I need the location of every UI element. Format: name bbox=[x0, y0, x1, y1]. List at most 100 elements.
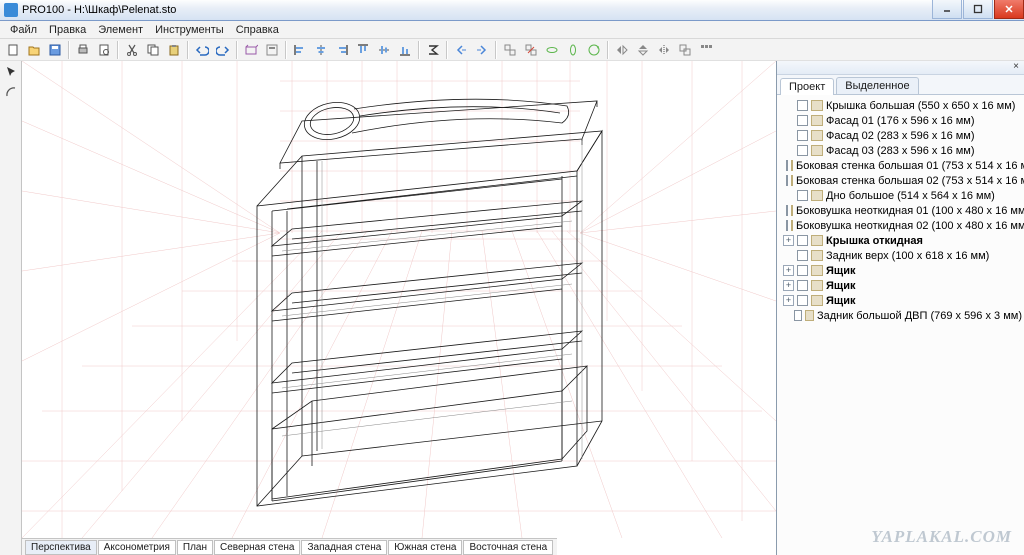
array-button[interactable] bbox=[696, 40, 716, 60]
align-top-button[interactable] bbox=[353, 40, 373, 60]
project-tree[interactable]: Крышка большая (550 x 650 x 16 мм)Фасад … bbox=[777, 95, 1024, 555]
paste-button[interactable] bbox=[164, 40, 184, 60]
minimize-button[interactable] bbox=[932, 0, 962, 19]
menu-file[interactable]: Файл bbox=[4, 22, 43, 38]
tree-checkbox[interactable] bbox=[797, 145, 808, 156]
panel-close-icon[interactable]: × bbox=[1010, 61, 1022, 74]
tree-item[interactable]: Боковушка неоткидная 01 (100 x 480 x 16 … bbox=[779, 203, 1022, 218]
tree-checkbox[interactable] bbox=[797, 250, 808, 261]
tree-item[interactable]: Крышка большая (550 x 650 x 16 мм) bbox=[779, 98, 1022, 113]
view-tab-north[interactable]: Северная стена bbox=[214, 540, 301, 555]
duplicate-button[interactable] bbox=[675, 40, 695, 60]
view-tab-axonometry[interactable]: Аксонометрия bbox=[98, 540, 176, 555]
menu-element[interactable]: Элемент bbox=[92, 22, 149, 38]
panel-tabs: Проект Выделенное bbox=[777, 75, 1024, 95]
align-center-v-button[interactable] bbox=[374, 40, 394, 60]
expand-icon[interactable]: + bbox=[783, 235, 794, 246]
tree-item-label: Боковушка неоткидная 01 (100 x 480 x 16 … bbox=[796, 205, 1024, 217]
tree-checkbox[interactable] bbox=[797, 295, 808, 306]
cut-button[interactable] bbox=[122, 40, 142, 60]
new-button[interactable] bbox=[3, 40, 23, 60]
move-right-button[interactable] bbox=[472, 40, 492, 60]
rotate-x-button[interactable] bbox=[542, 40, 562, 60]
watermark: YAPLAKAL.COM bbox=[871, 527, 1012, 547]
close-button[interactable] bbox=[994, 0, 1024, 19]
mirror-button[interactable] bbox=[654, 40, 674, 60]
expand-icon[interactable]: + bbox=[783, 265, 794, 276]
flip-h-button[interactable] bbox=[612, 40, 632, 60]
save-button[interactable] bbox=[45, 40, 65, 60]
select-tool-button[interactable] bbox=[2, 63, 20, 81]
tree-checkbox[interactable] bbox=[786, 220, 788, 231]
tree-checkbox[interactable] bbox=[797, 280, 808, 291]
tree-checkbox[interactable] bbox=[797, 265, 808, 276]
tree-item[interactable]: +Ящик bbox=[779, 263, 1022, 278]
flip-v-button[interactable] bbox=[633, 40, 653, 60]
left-toolbar bbox=[0, 61, 22, 555]
rotate-z-button[interactable] bbox=[584, 40, 604, 60]
undo-button[interactable] bbox=[192, 40, 212, 60]
tree-item-label: Крышка большая (550 x 650 x 16 мм) bbox=[826, 100, 1015, 112]
print-preview-button[interactable] bbox=[94, 40, 114, 60]
tree-item[interactable]: Боковая стенка большая 01 (753 x 514 x 1… bbox=[779, 158, 1022, 173]
viewport-3d[interactable]: Перспектива Аксонометрия План Северная с… bbox=[22, 61, 776, 555]
new-element-button[interactable] bbox=[241, 40, 261, 60]
tree-checkbox[interactable] bbox=[797, 130, 808, 141]
tree-checkbox[interactable] bbox=[797, 100, 808, 111]
menu-tools[interactable]: Инструменты bbox=[149, 22, 230, 38]
tree-checkbox[interactable] bbox=[786, 160, 788, 171]
view-tab-east[interactable]: Восточная стена bbox=[463, 540, 553, 555]
menu-help[interactable]: Справка bbox=[230, 22, 285, 38]
view-tab-west[interactable]: Западная стена bbox=[301, 540, 387, 555]
tree-checkbox[interactable] bbox=[797, 235, 808, 246]
tree-item[interactable]: +Ящик bbox=[779, 293, 1022, 308]
tree-item[interactable]: Боковушка неоткидная 02 (100 x 480 x 16 … bbox=[779, 218, 1022, 233]
align-bottom-button[interactable] bbox=[395, 40, 415, 60]
redo-button[interactable] bbox=[213, 40, 233, 60]
tree-item[interactable]: Задник верх (100 x 618 x 16 мм) bbox=[779, 248, 1022, 263]
element-icon bbox=[811, 145, 823, 156]
arc-tool-button[interactable] bbox=[2, 83, 20, 101]
rotate-y-button[interactable] bbox=[563, 40, 583, 60]
tree-item-label: Задник верх (100 x 618 x 16 мм) bbox=[826, 250, 989, 262]
element-icon bbox=[811, 265, 823, 276]
menu-edit[interactable]: Правка bbox=[43, 22, 92, 38]
view-tab-south[interactable]: Южная стена bbox=[388, 540, 462, 555]
view-tab-plan[interactable]: План bbox=[177, 540, 213, 555]
align-right-button[interactable] bbox=[332, 40, 352, 60]
align-center-h-button[interactable] bbox=[311, 40, 331, 60]
tree-item[interactable]: Фасад 01 (176 x 596 x 16 мм) bbox=[779, 113, 1022, 128]
tree-checkbox[interactable] bbox=[786, 205, 788, 216]
tree-item[interactable]: Фасад 02 (283 x 596 x 16 мм) bbox=[779, 128, 1022, 143]
panel-tab-selected[interactable]: Выделенное bbox=[836, 77, 918, 94]
group-button[interactable] bbox=[500, 40, 520, 60]
expand-icon[interactable]: + bbox=[783, 295, 794, 306]
tree-checkbox[interactable] bbox=[794, 310, 802, 321]
panel-tab-project[interactable]: Проект bbox=[780, 78, 834, 95]
menubar: Файл Правка Элемент Инструменты Справка bbox=[0, 21, 1024, 39]
move-left-button[interactable] bbox=[451, 40, 471, 60]
copy-button[interactable] bbox=[143, 40, 163, 60]
sum-button[interactable] bbox=[423, 40, 443, 60]
maximize-button[interactable] bbox=[963, 0, 993, 19]
element-icon bbox=[811, 280, 823, 291]
element-props-button[interactable] bbox=[262, 40, 282, 60]
tree-checkbox[interactable] bbox=[797, 190, 808, 201]
tree-item[interactable]: Задник большой ДВП (769 x 596 x 3 мм) bbox=[779, 308, 1022, 323]
open-button[interactable] bbox=[24, 40, 44, 60]
tree-item-label: Фасад 03 (283 x 596 x 16 мм) bbox=[826, 145, 975, 157]
align-left-button[interactable] bbox=[290, 40, 310, 60]
tree-item[interactable]: +Крышка откидная bbox=[779, 233, 1022, 248]
element-icon bbox=[791, 160, 793, 171]
tree-item[interactable]: Фасад 03 (283 x 596 x 16 мм) bbox=[779, 143, 1022, 158]
ungroup-button[interactable] bbox=[521, 40, 541, 60]
tree-checkbox[interactable] bbox=[797, 115, 808, 126]
tree-item[interactable]: +Ящик bbox=[779, 278, 1022, 293]
print-button[interactable] bbox=[73, 40, 93, 60]
window-buttons bbox=[931, 0, 1024, 20]
tree-item[interactable]: Дно большое (514 x 564 x 16 мм) bbox=[779, 188, 1022, 203]
expand-icon[interactable]: + bbox=[783, 280, 794, 291]
tree-item[interactable]: Боковая стенка большая 02 (753 x 514 x 1… bbox=[779, 173, 1022, 188]
tree-checkbox[interactable] bbox=[786, 175, 788, 186]
view-tab-perspective[interactable]: Перспектива bbox=[25, 540, 97, 555]
